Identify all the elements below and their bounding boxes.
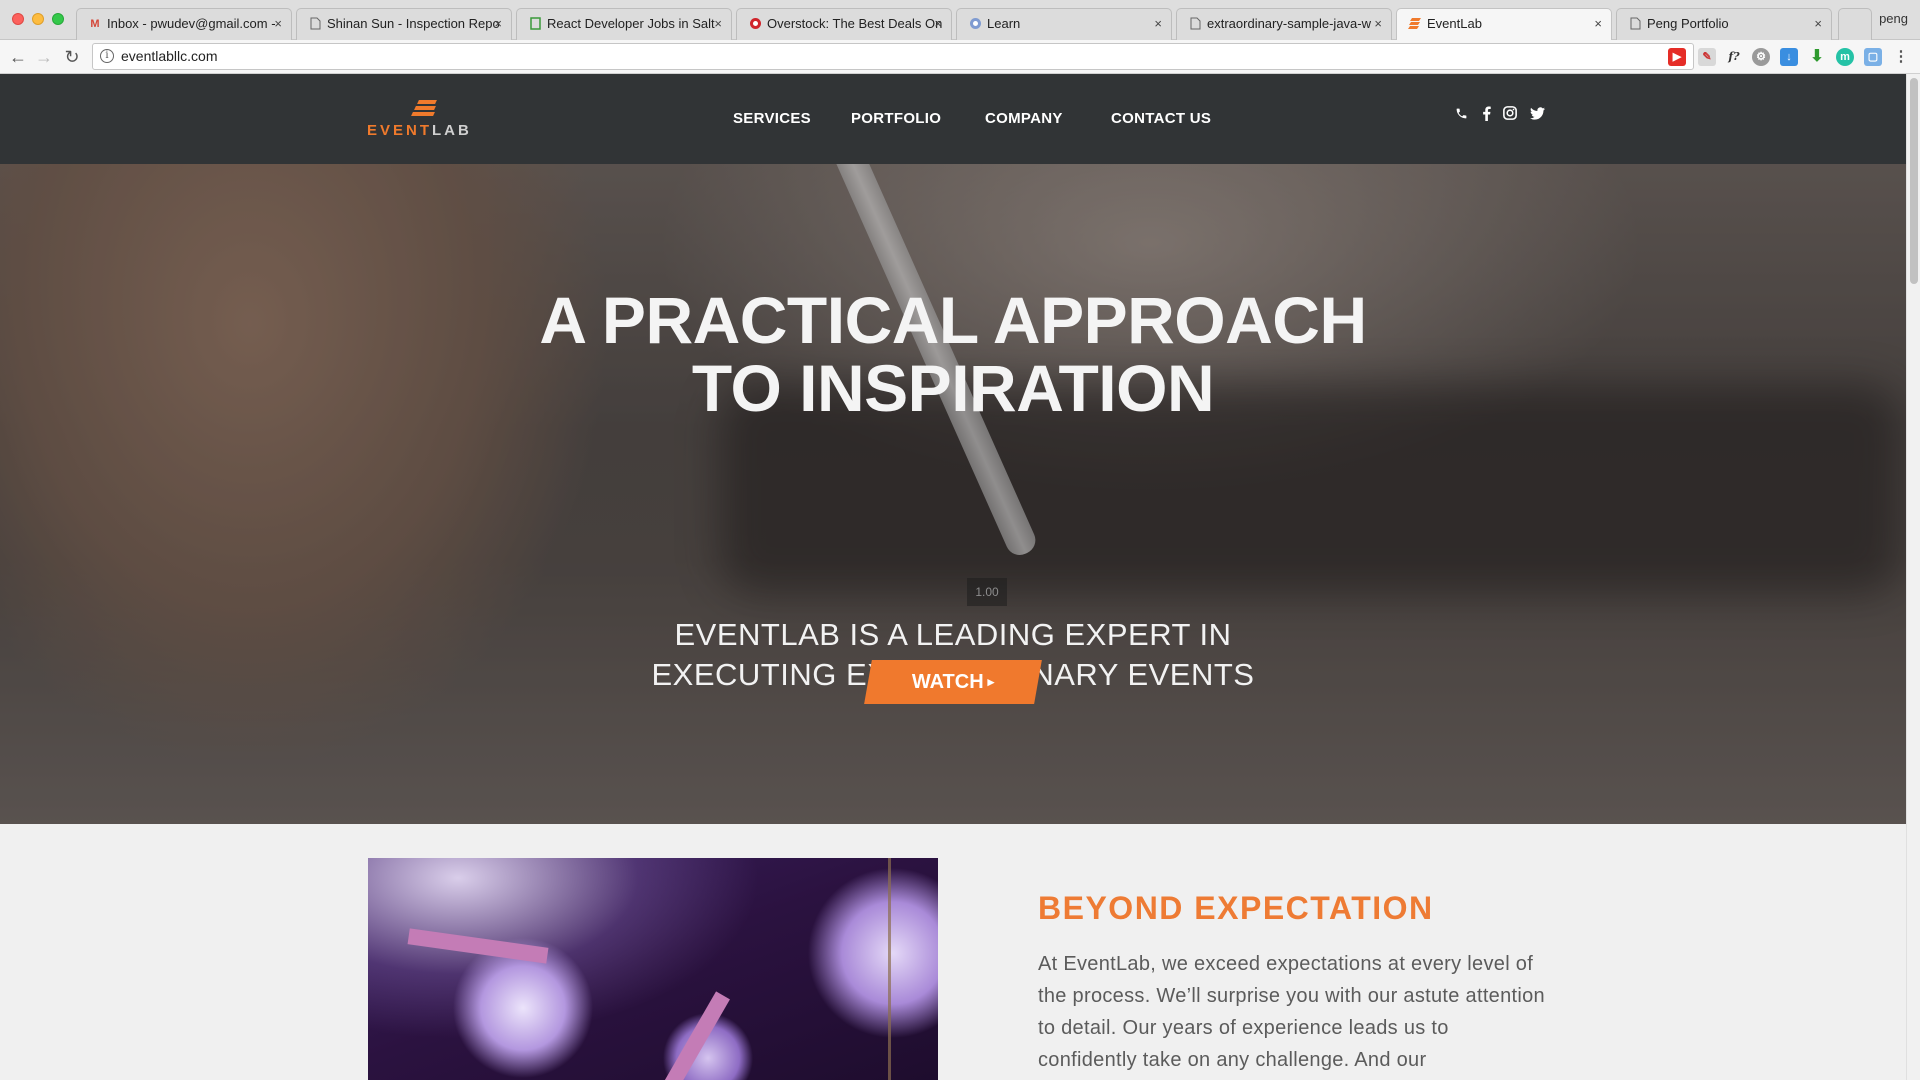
hero-headline-line1: A PRACTICAL APPROACH [539, 283, 1367, 357]
tab-close-button[interactable]: × [714, 9, 722, 39]
instagram-icon[interactable] [1501, 106, 1519, 124]
gmail-icon: M [90, 18, 100, 30]
page-viewport: EVENTLAB SERVICES PORTFOLIO COMPANY CONT… [0, 74, 1906, 1080]
eventlab-icon [1408, 17, 1422, 31]
sheet-icon [528, 17, 542, 31]
tab-close-button[interactable]: × [274, 9, 282, 39]
site-header: EVENTLAB SERVICES PORTFOLIO COMPANY CONT… [0, 74, 1906, 164]
hero-headline-line2: TO INSPIRATION [691, 351, 1215, 425]
overstock-icon [748, 17, 762, 31]
settings-icon[interactable]: ⚙ [1752, 48, 1770, 66]
browser-tab-strip: M Inbox - pwudev@gmail.com - × Shinan Su… [0, 0, 1920, 41]
menu-icon[interactable]: ⋮ [1892, 48, 1910, 66]
nav-services[interactable]: SERVICES [733, 110, 811, 127]
forward-button[interactable]: → [32, 45, 56, 69]
browser-toolbar: ← → ↻ i eventlabllc.com ☆ ▶ ✎ f? ⚙ ↓ ⬇ m… [0, 40, 1920, 74]
hero-section: A PRACTICAL APPROACH TO INSPIRATION 1.00… [0, 164, 1906, 824]
scrollbar-thumb[interactable] [1910, 78, 1918, 284]
nav-contact-us[interactable]: CONTACT US [1111, 110, 1211, 127]
logo-text-lab: LAB [432, 122, 472, 139]
minimize-window-button[interactable] [32, 13, 44, 25]
play-arrow-icon: ▸ [987, 674, 995, 689]
about-section: BEYOND EXPECTATION At EventLab, we excee… [0, 824, 1906, 1080]
profile-name[interactable]: peng [1879, 11, 1908, 26]
section-body-text: At EventLab, we exceed expectations at e… [1038, 953, 1545, 1071]
phone-icon[interactable] [1452, 106, 1470, 124]
page-scrollbar[interactable] [1906, 74, 1920, 1080]
new-tab-button[interactable] [1838, 8, 1872, 40]
document-icon [308, 17, 322, 31]
paint-icon[interactable]: ✎ [1698, 48, 1716, 66]
tab-title: extraordinary-sample-java-w [1207, 16, 1371, 31]
download-blue-icon[interactable]: ↓ [1780, 48, 1798, 66]
browser-tab-gmail[interactable]: M Inbox - pwudev@gmail.com - × [76, 8, 292, 40]
event-photo [368, 858, 938, 1080]
youtube-icon[interactable]: ▶ [1668, 48, 1686, 66]
twitter-icon[interactable] [1528, 106, 1546, 124]
browser-tab-learn[interactable]: Learn × [956, 8, 1172, 40]
tab-title: Shinan Sun - Inspection Repo [327, 16, 500, 31]
url-text[interactable]: eventlabllc.com [121, 48, 218, 64]
globe-icon [968, 17, 982, 31]
document-icon [1188, 17, 1202, 31]
browser-tab-eventlab[interactable]: EventLab × [1396, 8, 1612, 41]
tab-close-button[interactable]: × [1374, 9, 1382, 39]
eventlab-logo[interactable]: EVENTLAB [367, 100, 477, 140]
facebook-icon[interactable] [1477, 106, 1495, 124]
maximize-window-button[interactable] [52, 13, 64, 25]
teal-circle-icon[interactable]: m [1836, 48, 1854, 66]
tab-title: Overstock: The Best Deals On [767, 16, 943, 31]
back-button[interactable]: ← [6, 45, 30, 69]
logo-text-event: EVENT [367, 122, 433, 139]
watch-label: WATCH [911, 671, 984, 693]
tab-close-button[interactable]: × [494, 9, 502, 39]
tab-title: Peng Portfolio [1647, 16, 1729, 31]
close-window-button[interactable] [12, 13, 24, 25]
browser-tab-java-sample[interactable]: extraordinary-sample-java-w × [1176, 8, 1392, 40]
nav-company[interactable]: COMPANY [985, 110, 1063, 127]
tab-title: React Developer Jobs in Salt [547, 16, 715, 31]
browser-tab-overstock[interactable]: Overstock: The Best Deals On × [736, 8, 952, 40]
watch-button[interactable]: WATCH ▸ [864, 660, 1042, 704]
browser-tab-peng-portfolio[interactable]: Peng Portfolio × [1616, 8, 1832, 40]
tab-close-button[interactable]: × [1594, 9, 1602, 39]
tab-title: Learn [987, 16, 1021, 31]
browser-tab-inspection-report[interactable]: Shinan Sun - Inspection Repo × [296, 8, 512, 40]
tab-title: EventLab [1427, 16, 1482, 31]
browser-tab-react-jobs[interactable]: React Developer Jobs in Salt × [516, 8, 732, 40]
nav-portfolio[interactable]: PORTFOLIO [851, 110, 941, 127]
tab-close-button[interactable]: × [934, 9, 942, 39]
address-bar[interactable]: i eventlabllc.com ☆ [92, 43, 1694, 70]
document-icon [1628, 17, 1642, 31]
logo-stripes-icon [410, 100, 438, 120]
section-heading: BEYOND EXPECTATION [1038, 890, 1434, 926]
playback-rate-indicator: 1.00 [967, 578, 1007, 606]
site-info-icon[interactable]: i [100, 49, 114, 63]
reload-button[interactable]: ↻ [60, 45, 84, 69]
hero-headline: A PRACTICAL APPROACH TO INSPIRATION [0, 286, 1906, 422]
tab-title: Inbox - pwudev@gmail.com - [107, 16, 276, 31]
window-icon[interactable]: ▢ [1864, 48, 1882, 66]
download-green-icon[interactable]: ⬇ [1808, 48, 1826, 66]
formula-icon[interactable]: f? [1725, 48, 1743, 66]
tab-close-button[interactable]: × [1814, 9, 1822, 39]
hero-tagline-line1: EVENTLAB IS A LEADING EXPERT IN [674, 617, 1232, 652]
tab-close-button[interactable]: × [1154, 9, 1162, 39]
